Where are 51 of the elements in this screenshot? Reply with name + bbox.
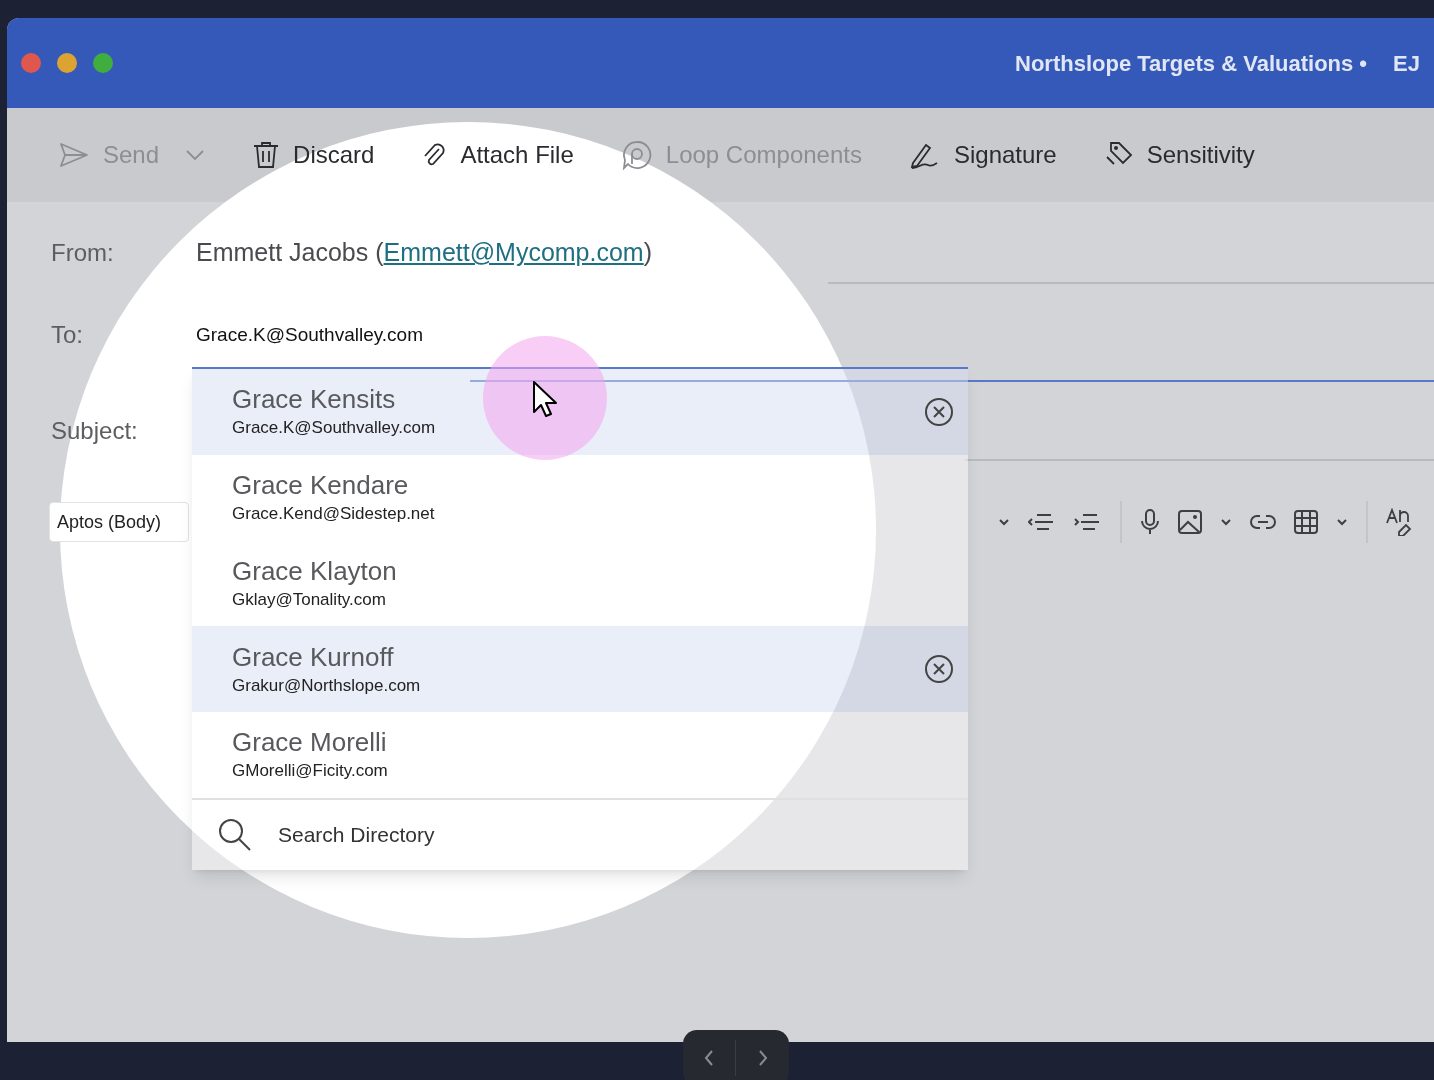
suggestion-item[interactable]: Grace Kendare Grace.Kend@Sidestep.net bbox=[192, 454, 968, 541]
table-icon[interactable] bbox=[1294, 510, 1318, 534]
microphone-icon[interactable] bbox=[1140, 509, 1160, 535]
spelling-icon[interactable] bbox=[1386, 508, 1414, 536]
chevron-right-icon[interactable] bbox=[758, 1050, 768, 1066]
decrease-indent-icon[interactable] bbox=[1028, 511, 1056, 533]
image-icon[interactable] bbox=[1178, 510, 1202, 534]
contact-email: Grace.K@Southvalley.com bbox=[232, 417, 436, 440]
chevron-down-icon[interactable] bbox=[1220, 516, 1232, 528]
contact-email: Grakur@Northslope.com bbox=[232, 674, 421, 697]
font-dropdown[interactable]: Aptos (Body) bbox=[49, 502, 189, 542]
link-icon[interactable] bbox=[1250, 514, 1276, 530]
discard-button[interactable]: Discard bbox=[253, 137, 375, 173]
trash-icon bbox=[253, 141, 280, 169]
contact-email: Gklay@Tonality.com bbox=[232, 588, 387, 611]
sensitivity-button[interactable]: Sensitivity bbox=[1104, 137, 1255, 173]
suggestion-item[interactable]: Grace Kensits Grace.K@Southvalley.com bbox=[192, 369, 968, 455]
minimize-button[interactable] bbox=[57, 53, 77, 73]
remove-suggestion-button[interactable] bbox=[924, 396, 954, 427]
chevron-down-icon bbox=[185, 149, 206, 161]
chevron-down-icon[interactable] bbox=[998, 516, 1010, 528]
contact-email: Grace.Kend@Sidestep.net bbox=[232, 503, 435, 525]
increase-indent-icon[interactable] bbox=[1074, 511, 1102, 533]
contact-name: Grace Morelli bbox=[232, 726, 388, 759]
to-label: To: bbox=[51, 320, 84, 350]
contact-name: Grace Kensits bbox=[232, 383, 397, 416]
subject-label: Subject: bbox=[51, 416, 139, 446]
from-value: Emmett Jacobs (Emmett@Mycomp.com) bbox=[196, 237, 653, 269]
chevron-left-icon[interactable] bbox=[704, 1050, 714, 1066]
contact-name: Grace Kendare bbox=[232, 469, 410, 501]
chevron-down-icon[interactable] bbox=[1336, 516, 1348, 528]
contact-name: Grace Kurnoff bbox=[232, 640, 395, 673]
contact-name: Grace Klayton bbox=[232, 554, 397, 587]
signature-button[interactable]: Signature bbox=[909, 137, 1057, 173]
pointer-icon bbox=[532, 380, 558, 418]
recipient-input[interactable]: Grace.K@Southvalley.com bbox=[196, 320, 423, 350]
suggestion-item[interactable]: Grace Kurnoff Grakur@Northslope.com bbox=[192, 626, 968, 713]
send-icon bbox=[59, 142, 89, 168]
attach-button[interactable]: Attach File bbox=[422, 137, 574, 173]
contact-email: GMorelli@Ficity.com bbox=[232, 760, 388, 783]
search-icon bbox=[218, 818, 252, 853]
account-initials: EJ bbox=[1393, 49, 1420, 78]
pen-icon bbox=[909, 141, 940, 169]
search-directory-button[interactable]: Search Directory bbox=[192, 798, 968, 870]
from-label: From: bbox=[51, 238, 115, 268]
remove-suggestion-button[interactable] bbox=[924, 654, 954, 685]
loop-icon bbox=[621, 140, 652, 170]
window-title: Northslope Targets & Valuations • bbox=[1015, 49, 1368, 78]
suggestion-item[interactable]: Grace Klayton Gklay@Tonality.com bbox=[192, 540, 968, 627]
suggestion-item[interactable]: Grace Morelli GMorelli@Ficity.com bbox=[192, 712, 968, 799]
email-link[interactable]: Emmett@Mycomp.com bbox=[383, 238, 644, 267]
